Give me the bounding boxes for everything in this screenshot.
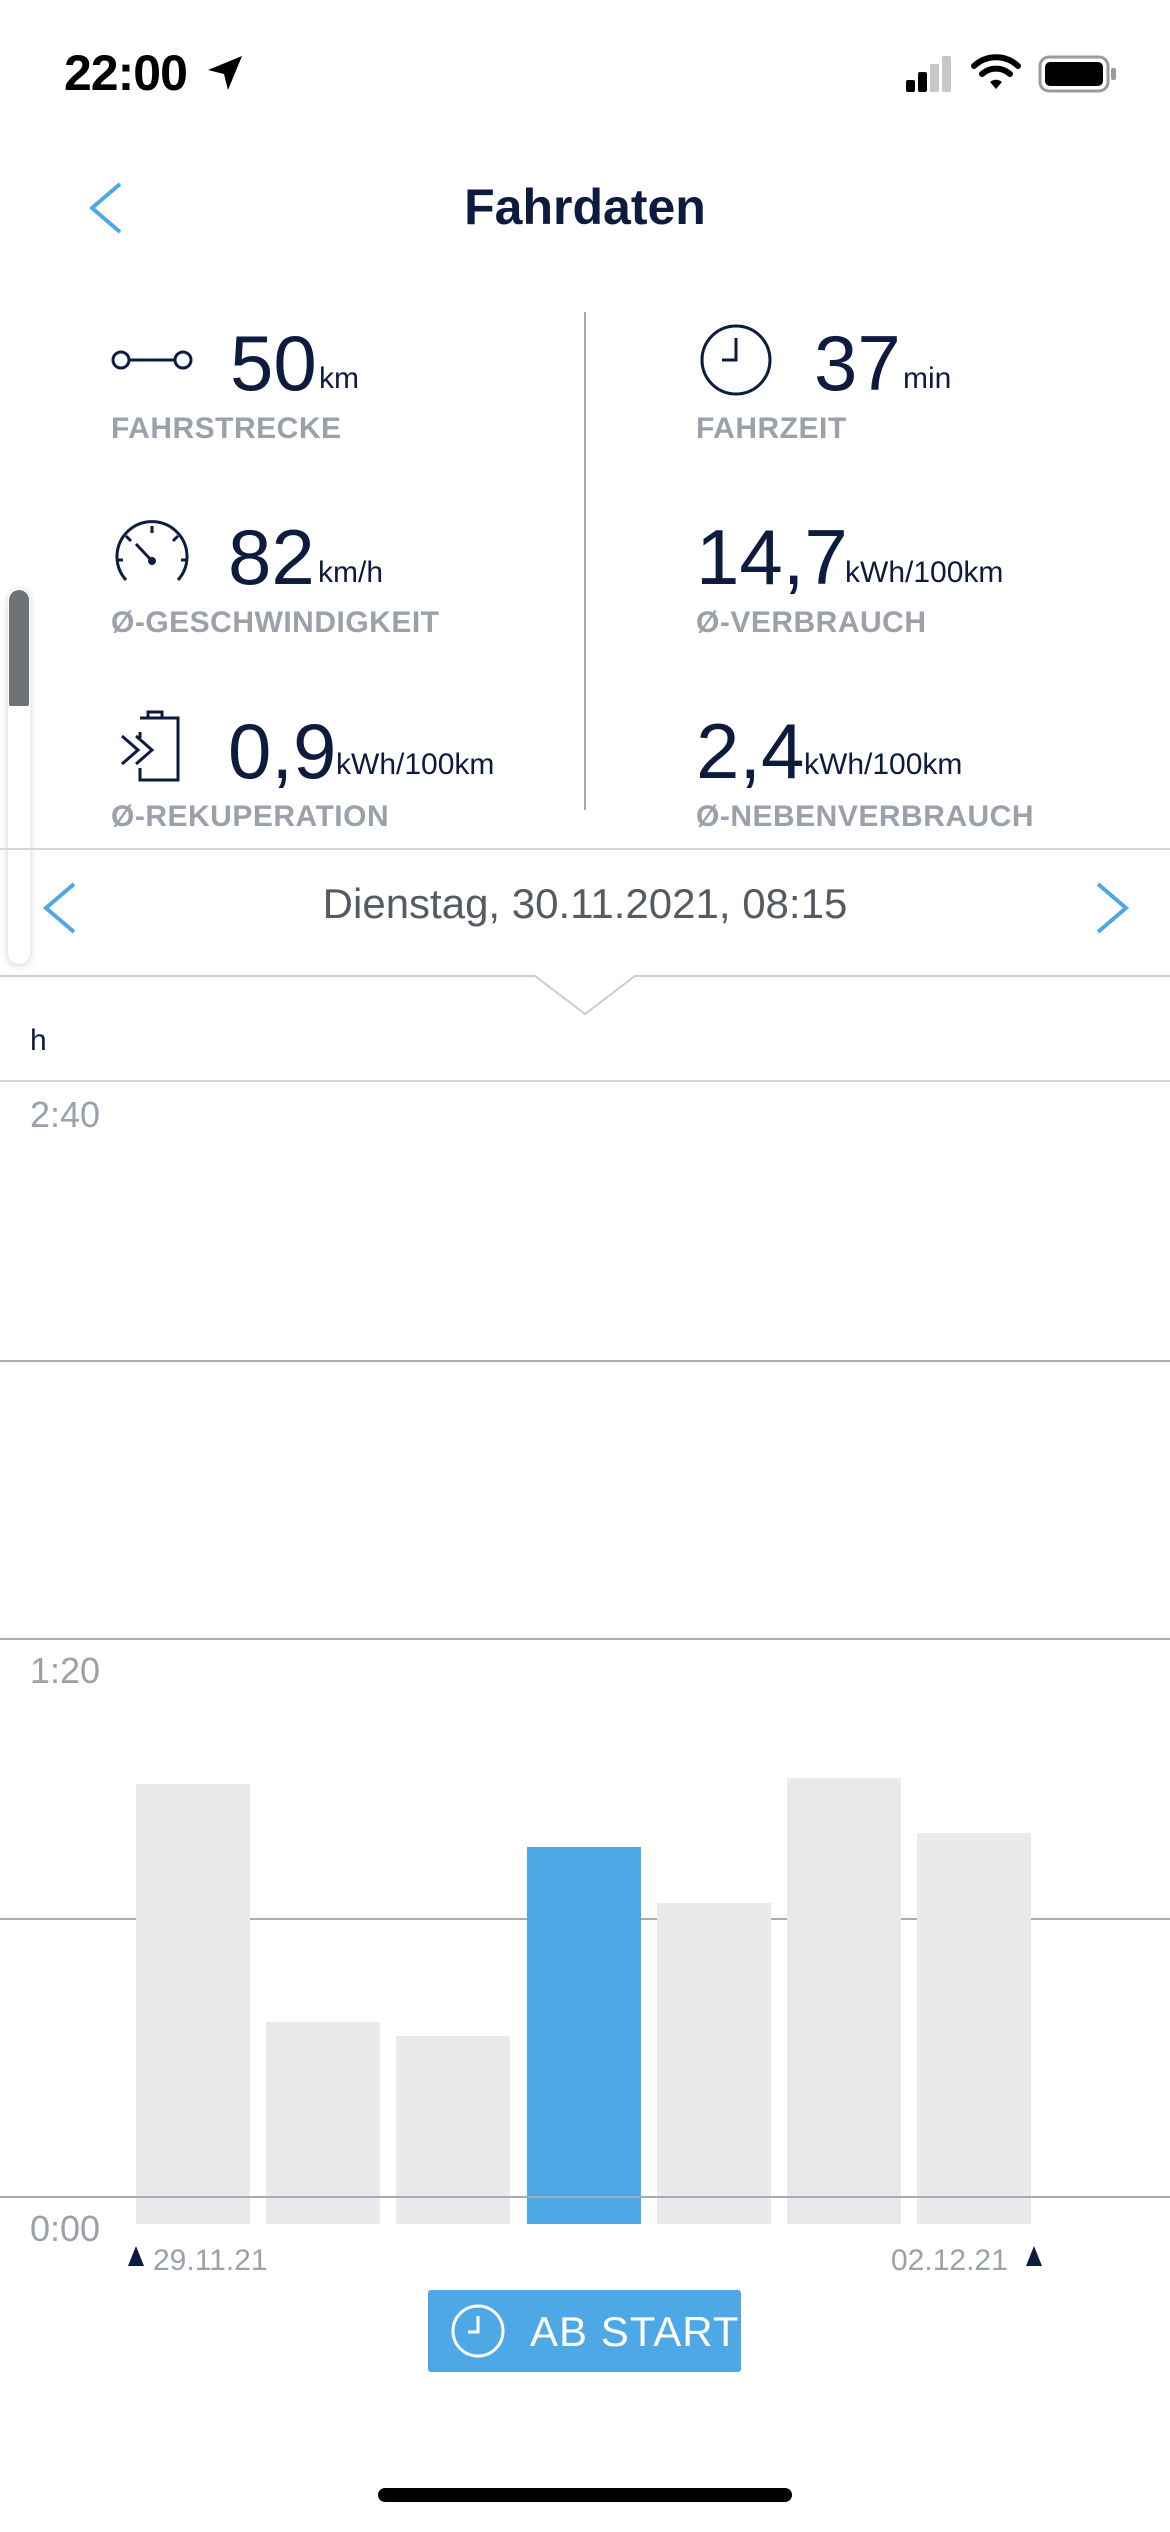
clock-icon (451, 2304, 505, 2358)
y-tick-label: 2:40 (30, 1094, 101, 1135)
trip-bar[interactable] (656, 1903, 771, 2224)
trip-bar[interactable] (266, 2021, 381, 2224)
stat-unit-avg-speed: km/h (318, 556, 384, 589)
stat-value-avg-speed: 82 (228, 513, 315, 601)
stat-label-avg-aux-consumption: Ø-NEBENVERBRAUCH (696, 800, 1035, 833)
baseline (0, 2196, 1170, 2198)
signal-icon (906, 56, 951, 92)
stat-value-distance: 50 (230, 319, 317, 407)
recuperation-icon (121, 710, 180, 782)
end-marker-icon (1026, 2246, 1042, 2266)
scrollbar-thumb[interactable] (9, 590, 29, 706)
stat-label-distance: FAHRSTRECKE (111, 412, 342, 445)
gridline (0, 1638, 1170, 1640)
clock-icon (700, 324, 772, 396)
stat-label-duration: FAHRZEIT (696, 412, 847, 445)
from-start-button-label: AB START (530, 2308, 740, 2355)
stat-unit-distance: km (319, 362, 359, 395)
date-nav-pointer (0, 975, 1170, 1016)
trip-bar[interactable] (136, 1784, 250, 2224)
status-time: 22:00 (64, 45, 188, 101)
page-title: Fahrdaten (464, 179, 706, 235)
gridline (0, 1080, 1170, 1082)
trip-date-label: Dienstag, 30.11.2021, 08:15 (322, 880, 848, 927)
chart-start-date: 29.11.21 (153, 2244, 268, 2277)
stats-divider (584, 312, 586, 810)
date-nav-top-border (0, 848, 1170, 850)
gridline (0, 1360, 1170, 1362)
stat-unit-avg-consumption: kWh/100km (845, 556, 1004, 589)
route-icon (111, 350, 193, 370)
selected-trip-bar[interactable] (526, 1847, 641, 2224)
trip-bar[interactable] (917, 1833, 1032, 2224)
stat-label-avg-recuperation: Ø-REKUPERATION (111, 800, 390, 833)
stat-unit-avg-aux-consumption: kWh/100km (804, 748, 963, 781)
chart-unit-label: h (30, 1024, 47, 1057)
y-tick-label: 1:20 (30, 1650, 101, 1691)
wifi-icon (971, 54, 1021, 89)
next-trip-button[interactable] (1090, 880, 1134, 936)
stat-value-duration: 37 (814, 319, 901, 407)
stat-value-avg-consumption: 14,7 (696, 513, 848, 601)
chart-end-date: 02.12.21 (891, 2244, 1008, 2277)
stat-unit-avg-recuperation: kWh/100km (336, 748, 495, 781)
location-arrow-icon (208, 56, 242, 90)
stat-unit-duration: min (903, 362, 952, 395)
stat-label-avg-speed: Ø-GESCHWINDIGKEIT (111, 606, 440, 639)
trip-bar[interactable] (787, 1777, 901, 2224)
battery-icon (1038, 55, 1116, 93)
start-marker-icon (128, 2246, 144, 2266)
home-indicator (378, 2488, 792, 2502)
stat-value-avg-aux-consumption: 2,4 (696, 707, 805, 795)
stat-label-avg-consumption: Ø-VERBRAUCH (696, 606, 927, 639)
stat-value-avg-recuperation: 0,9 (228, 707, 337, 795)
speedometer-icon (115, 520, 189, 582)
y-tick-label: 0:00 (30, 2208, 101, 2249)
